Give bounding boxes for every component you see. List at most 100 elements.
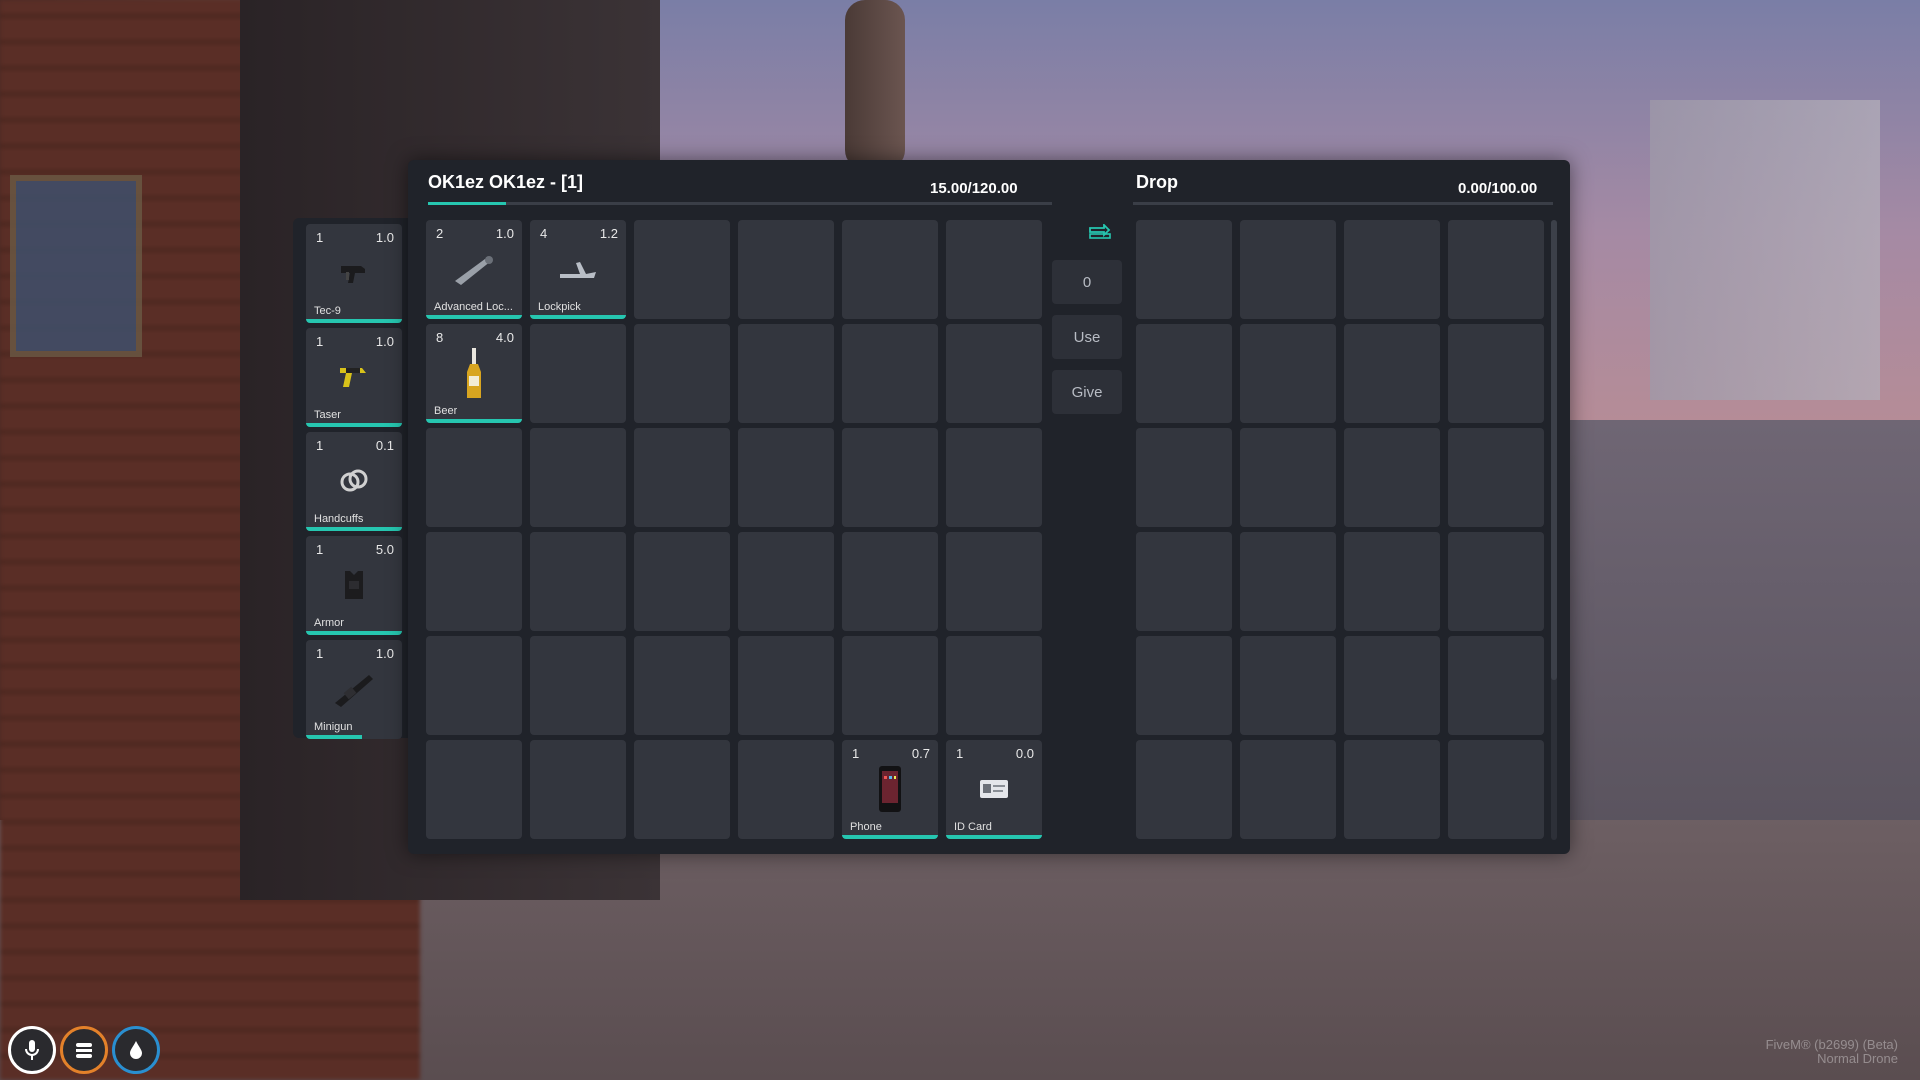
empty-slot[interactable] xyxy=(634,220,730,319)
empty-slot[interactable] xyxy=(946,636,1042,735)
inventory-slot-lockpick[interactable]: 4 1.2 Lockpick xyxy=(530,220,626,319)
use-button[interactable]: Use xyxy=(1052,315,1122,359)
swap-icon[interactable] xyxy=(1070,220,1130,244)
item-name: Beer xyxy=(434,405,458,417)
beer-bottle-icon xyxy=(426,348,522,398)
item-weight: 1.0 xyxy=(375,230,394,245)
drop-weight-bar xyxy=(1133,202,1553,205)
durability-bar xyxy=(306,735,362,739)
amount-input[interactable]: 0 xyxy=(1052,260,1122,304)
empty-slot[interactable] xyxy=(946,324,1042,423)
empty-slot[interactable] xyxy=(946,428,1042,527)
phone-icon xyxy=(842,764,938,814)
empty-slot[interactable] xyxy=(1344,324,1440,423)
empty-slot[interactable] xyxy=(1240,428,1336,527)
player-weight-bar xyxy=(428,202,1052,205)
empty-slot[interactable] xyxy=(530,428,626,527)
inventory-slot-beer[interactable]: 8 4.0 Beer xyxy=(426,324,522,423)
empty-slot[interactable] xyxy=(634,636,730,735)
empty-slot[interactable] xyxy=(842,324,938,423)
empty-slot[interactable] xyxy=(1344,428,1440,527)
microphone-icon xyxy=(8,1026,56,1074)
hotbar-slot-1[interactable]: 1 1.0 Tec-9 xyxy=(306,224,402,323)
empty-slot[interactable] xyxy=(842,636,938,735)
empty-slot[interactable] xyxy=(738,220,834,319)
scrollbar-thumb[interactable] xyxy=(1551,220,1557,680)
empty-slot[interactable] xyxy=(1240,324,1336,423)
durability-bar xyxy=(306,319,402,323)
empty-slot[interactable] xyxy=(1448,428,1544,527)
item-name: Armor xyxy=(314,617,344,629)
item-name: ID Card xyxy=(954,821,992,833)
give-button[interactable]: Give xyxy=(1052,370,1122,414)
empty-slot[interactable] xyxy=(426,636,522,735)
empty-slot[interactable] xyxy=(1240,532,1336,631)
inventory-slot-advanced-lockpick[interactable]: 2 1.0 Advanced Loc... xyxy=(426,220,522,319)
empty-slot[interactable] xyxy=(738,428,834,527)
durability-bar xyxy=(426,419,522,423)
empty-slot[interactable] xyxy=(1240,636,1336,735)
empty-slot[interactable] xyxy=(1136,428,1232,527)
item-quantity: 2 xyxy=(436,226,444,241)
background-building xyxy=(1650,100,1880,400)
inventory-window: OK1ez OK1ez - [1] 15.00/120.00 Drop 0.00… xyxy=(408,160,1570,854)
empty-slot[interactable] xyxy=(1240,740,1336,839)
hotbar-slot-3[interactable]: 1 0.1 Handcuffs xyxy=(306,432,402,531)
empty-slot[interactable] xyxy=(530,636,626,735)
empty-slot[interactable] xyxy=(530,532,626,631)
durability-bar xyxy=(946,835,1042,839)
hotbar-slot-5[interactable]: 1 1.0 Minigun xyxy=(306,640,402,739)
empty-slot[interactable] xyxy=(426,428,522,527)
background-palm-trunk xyxy=(845,0,905,170)
empty-slot[interactable] xyxy=(1344,740,1440,839)
durability-bar xyxy=(530,315,626,319)
item-weight: 4.0 xyxy=(495,330,514,345)
empty-slot[interactable] xyxy=(530,324,626,423)
drop-inventory-title: Drop xyxy=(1136,172,1178,192)
drop-scrollbar[interactable] xyxy=(1551,220,1557,840)
empty-slot[interactable] xyxy=(738,740,834,839)
empty-slot[interactable] xyxy=(634,532,730,631)
empty-slot[interactable] xyxy=(946,220,1042,319)
empty-slot[interactable] xyxy=(634,428,730,527)
empty-slot[interactable] xyxy=(1136,740,1232,839)
item-quantity: 4 xyxy=(540,226,548,241)
watermark-mode: Normal Drone xyxy=(1817,1051,1898,1066)
hotbar-slot-2[interactable]: 1 1.0 Taser xyxy=(306,328,402,427)
empty-slot[interactable] xyxy=(426,532,522,631)
inventory-slot-id-card[interactable]: 1 0.0 ID Card xyxy=(946,740,1042,839)
empty-slot[interactable] xyxy=(1136,220,1232,319)
empty-slot[interactable] xyxy=(842,532,938,631)
empty-slot[interactable] xyxy=(1136,532,1232,631)
empty-slot[interactable] xyxy=(1240,220,1336,319)
empty-slot[interactable] xyxy=(634,324,730,423)
minigun-icon xyxy=(306,664,402,714)
item-quantity: 1 xyxy=(316,334,324,349)
empty-slot[interactable] xyxy=(426,740,522,839)
empty-slot[interactable] xyxy=(1448,740,1544,839)
empty-slot[interactable] xyxy=(1448,636,1544,735)
empty-slot[interactable] xyxy=(1448,324,1544,423)
empty-slot[interactable] xyxy=(1136,636,1232,735)
empty-slot[interactable] xyxy=(1448,220,1544,319)
empty-slot[interactable] xyxy=(842,428,938,527)
empty-slot[interactable] xyxy=(738,636,834,735)
item-quantity: 1 xyxy=(316,438,324,453)
item-quantity: 1 xyxy=(316,542,324,557)
empty-slot[interactable] xyxy=(634,740,730,839)
empty-slot[interactable] xyxy=(1344,636,1440,735)
smg-icon xyxy=(306,248,402,298)
empty-slot[interactable] xyxy=(530,740,626,839)
empty-slot[interactable] xyxy=(1448,532,1544,631)
empty-slot[interactable] xyxy=(1344,532,1440,631)
empty-slot[interactable] xyxy=(1344,220,1440,319)
empty-slot[interactable] xyxy=(842,220,938,319)
empty-slot[interactable] xyxy=(738,324,834,423)
empty-slot[interactable] xyxy=(738,532,834,631)
empty-slot[interactable] xyxy=(1136,324,1232,423)
hotbar-slot-4[interactable]: 1 5.0 Armor xyxy=(306,536,402,635)
item-name: Taser xyxy=(314,409,341,421)
empty-slot[interactable] xyxy=(946,532,1042,631)
item-name: Lockpick xyxy=(538,301,581,313)
inventory-slot-phone[interactable]: 1 0.7 Phone xyxy=(842,740,938,839)
